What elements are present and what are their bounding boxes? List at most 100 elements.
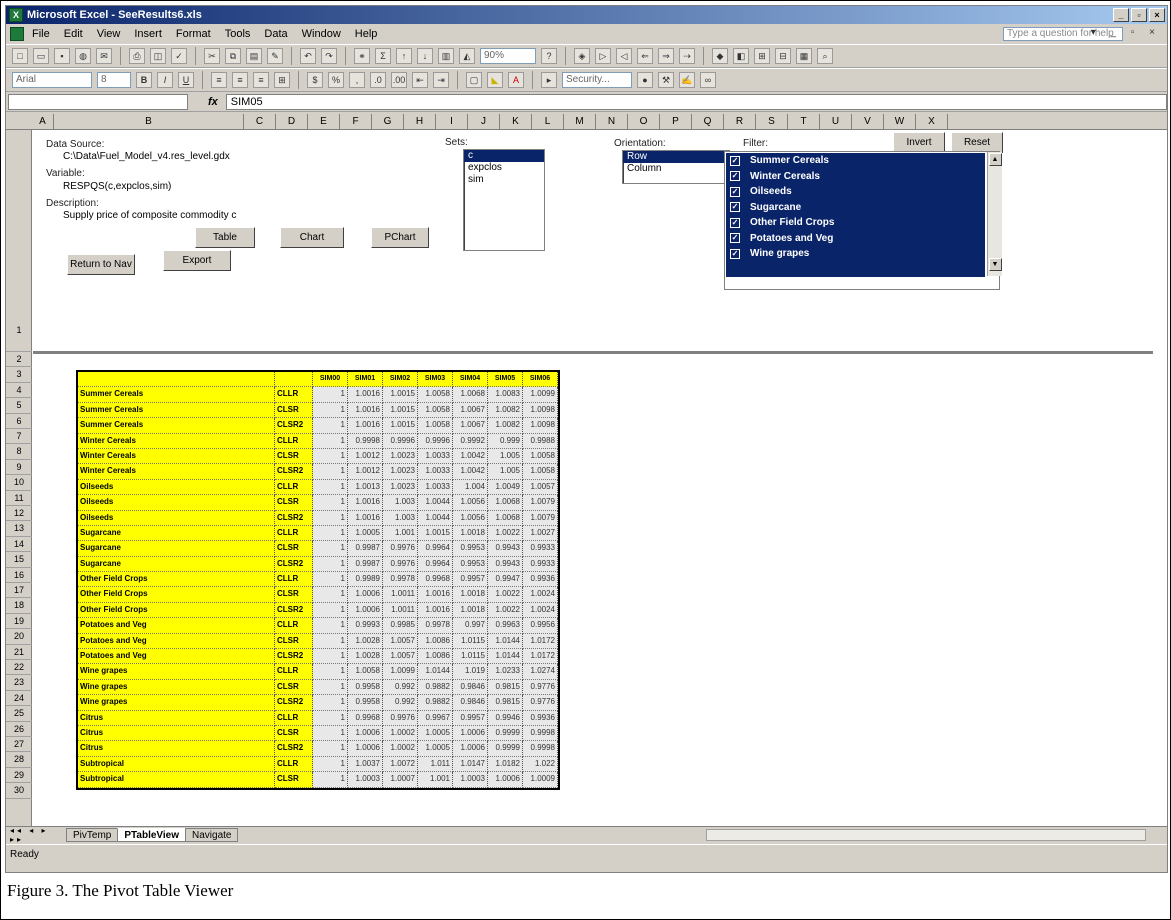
value-cell[interactable]: 1 bbox=[313, 433, 348, 449]
value-cell[interactable]: 1.0011 bbox=[383, 602, 418, 619]
permission-icon[interactable]: ◍ bbox=[75, 48, 91, 64]
checkbox-icon[interactable]: ✓ bbox=[730, 171, 740, 182]
closure-code[interactable]: CLSR bbox=[275, 402, 313, 419]
filter-item[interactable]: ✓ Wine grapes bbox=[726, 246, 985, 262]
value-cell[interactable]: 1.0082 bbox=[488, 402, 523, 419]
tab-ptableview[interactable]: PTableView bbox=[117, 827, 187, 842]
value-cell[interactable]: 1.004 bbox=[453, 479, 488, 496]
closure-code[interactable]: CLLR bbox=[275, 756, 313, 773]
value-cell[interactable]: 1.0005 bbox=[418, 725, 453, 742]
value-cell[interactable]: 0.9978 bbox=[383, 572, 418, 588]
checkbox-icon[interactable]: ✓ bbox=[730, 233, 740, 244]
column-header[interactable]: B bbox=[54, 114, 244, 130]
value-cell[interactable]: 1.0024 bbox=[523, 587, 558, 603]
value-cell[interactable]: 1.0016 bbox=[418, 587, 453, 603]
value-cell[interactable]: 1.0005 bbox=[418, 741, 453, 757]
value-cell[interactable]: 1.0006 bbox=[488, 772, 523, 788]
value-cell[interactable]: 1.0018 bbox=[453, 602, 488, 619]
value-cell[interactable]: 1.0033 bbox=[418, 479, 453, 496]
value-cell[interactable]: 1.001 bbox=[383, 525, 418, 542]
value-cell[interactable]: 1.0072 bbox=[383, 756, 418, 773]
value-cell[interactable]: 1 bbox=[313, 602, 348, 619]
pivot-column-header[interactable]: SIM06 bbox=[523, 372, 558, 388]
closure-code[interactable]: CLLR bbox=[275, 572, 313, 588]
value-cell[interactable]: 0.9933 bbox=[523, 541, 558, 557]
commodity-label[interactable]: Other Field Crops bbox=[78, 572, 275, 588]
row-header[interactable]: 23 bbox=[6, 675, 32, 691]
record-icon[interactable]: ● bbox=[637, 72, 653, 88]
row-header[interactable]: 12 bbox=[6, 506, 32, 522]
filter-item[interactable]: ✓ Summer Cereals bbox=[726, 153, 985, 169]
closure-code[interactable]: CLSR bbox=[275, 725, 313, 742]
column-header[interactable]: F bbox=[340, 114, 372, 130]
column-header[interactable]: X bbox=[916, 114, 948, 130]
chart-button[interactable]: Chart bbox=[280, 227, 344, 248]
workbook-window-controls[interactable]: ▾ _ ▫ × bbox=[1091, 27, 1161, 38]
value-cell[interactable]: 1 bbox=[313, 633, 348, 650]
closure-code[interactable]: CLSR2 bbox=[275, 510, 313, 526]
value-cell[interactable]: 1.0022 bbox=[488, 602, 523, 619]
value-cell[interactable]: 1.0083 bbox=[488, 387, 523, 403]
value-cell[interactable]: 0.9976 bbox=[383, 710, 418, 726]
sort-ascending-icon[interactable]: ↑ bbox=[396, 48, 412, 64]
value-cell[interactable]: 1 bbox=[313, 741, 348, 757]
value-cell[interactable]: 0.9947 bbox=[488, 572, 523, 588]
value-cell[interactable]: 1 bbox=[313, 402, 348, 419]
value-cell[interactable]: 1.001 bbox=[418, 772, 453, 788]
value-cell[interactable]: 0.9968 bbox=[418, 572, 453, 588]
orientation-row[interactable]: Row bbox=[623, 151, 729, 163]
value-cell[interactable]: 1.0013 bbox=[348, 479, 383, 496]
value-cell[interactable]: 0.9956 bbox=[523, 618, 558, 634]
commodity-label[interactable]: Potatoes and Veg bbox=[78, 649, 275, 665]
checkbox-icon[interactable]: ✓ bbox=[730, 155, 740, 166]
value-cell[interactable]: 0.999 bbox=[488, 433, 523, 449]
value-cell[interactable]: 1 bbox=[313, 525, 348, 542]
menu-tools[interactable]: Tools bbox=[225, 28, 251, 40]
row-header[interactable]: 26 bbox=[6, 722, 32, 737]
commodity-label[interactable]: Other Field Crops bbox=[78, 602, 275, 619]
value-cell[interactable]: 1.0022 bbox=[488, 587, 523, 603]
closure-code[interactable]: CLSR2 bbox=[275, 649, 313, 665]
value-cell[interactable]: 1.0182 bbox=[488, 756, 523, 773]
value-cell[interactable]: 1.0027 bbox=[523, 525, 558, 542]
row-header[interactable]: 21 bbox=[6, 645, 32, 660]
value-cell[interactable]: 1 bbox=[313, 587, 348, 603]
value-cell[interactable]: 1 bbox=[313, 448, 348, 465]
value-cell[interactable]: 1.0057 bbox=[383, 633, 418, 650]
pivot-column-header[interactable]: SIM05 bbox=[488, 372, 523, 388]
value-cell[interactable]: 1.0028 bbox=[348, 649, 383, 665]
value-cell[interactable]: 1 bbox=[313, 510, 348, 526]
value-cell[interactable]: 1.0057 bbox=[383, 649, 418, 665]
borders-icon[interactable]: ▢ bbox=[466, 72, 482, 88]
value-cell[interactable]: 1.0056 bbox=[453, 495, 488, 511]
commodity-label[interactable]: Citrus bbox=[78, 741, 275, 757]
row-header[interactable]: 11 bbox=[6, 491, 32, 506]
closure-code[interactable]: CLSR bbox=[275, 541, 313, 557]
commodity-label[interactable]: Other Field Crops bbox=[78, 587, 275, 603]
row-header[interactable]: 8 bbox=[6, 444, 32, 460]
value-cell[interactable]: 1.0006 bbox=[453, 741, 488, 757]
filter-item[interactable]: ✓ Sugarcane bbox=[726, 200, 985, 216]
value-cell[interactable]: 1 bbox=[313, 618, 348, 634]
comma-icon[interactable]: , bbox=[349, 72, 365, 88]
column-header[interactable]: W bbox=[884, 114, 916, 130]
value-cell[interactable]: 1.0233 bbox=[488, 664, 523, 680]
value-cell[interactable]: 0.9815 bbox=[488, 679, 523, 696]
value-cell[interactable]: 1.0016 bbox=[418, 602, 453, 619]
value-cell[interactable]: 1.0022 bbox=[488, 525, 523, 542]
value-cell[interactable]: 0.9964 bbox=[418, 541, 453, 557]
value-cell[interactable]: 0.9976 bbox=[383, 541, 418, 557]
tab-navigate[interactable]: Navigate bbox=[185, 827, 239, 842]
value-cell[interactable]: 0.9957 bbox=[453, 710, 488, 726]
closure-code[interactable]: CLLR bbox=[275, 618, 313, 634]
commodity-label[interactable]: Wine grapes bbox=[78, 695, 275, 711]
orientation-listbox[interactable]: Row Column bbox=[622, 150, 730, 184]
value-cell[interactable]: 0.9776 bbox=[523, 695, 558, 711]
closure-code[interactable]: CLSR2 bbox=[275, 556, 313, 573]
orientation-column[interactable]: Column bbox=[623, 163, 729, 175]
value-cell[interactable]: 1.0068 bbox=[453, 387, 488, 403]
align-left-icon[interactable]: ≡ bbox=[211, 72, 227, 88]
row-header[interactable]: 22 bbox=[6, 660, 32, 676]
reset-button[interactable]: Reset bbox=[951, 132, 1003, 153]
value-cell[interactable]: 1.0005 bbox=[348, 525, 383, 542]
